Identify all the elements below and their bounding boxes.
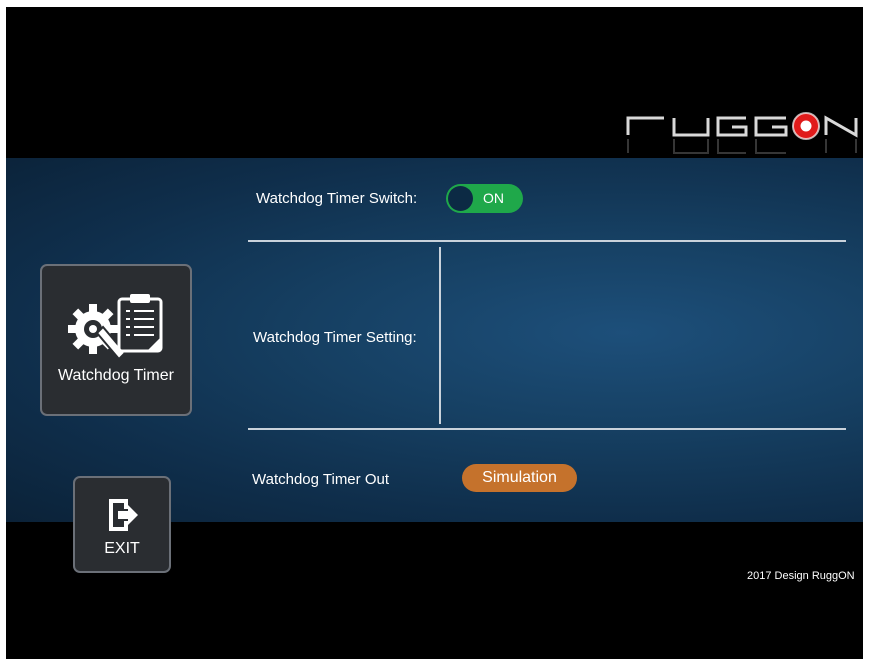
divider-bottom <box>248 428 846 430</box>
exit-label: EXIT <box>104 540 140 557</box>
toggle-knob <box>448 186 473 211</box>
watchdog-timer-button[interactable]: Watchdog Timer <box>40 264 192 416</box>
footer-credit: 2017 Design RuggON <box>747 570 855 582</box>
watchdog-setting-label: Watchdog Timer Setting: <box>253 329 417 346</box>
exit-button[interactable]: EXIT <box>73 476 171 573</box>
simulation-button[interactable]: Simulation <box>462 464 577 492</box>
gear-clipboard-icon <box>68 294 163 361</box>
app-window: Watchdog Timer EXIT Watchdog Timer Switc… <box>6 7 863 659</box>
divider-top <box>248 240 846 242</box>
watchdog-switch-label: Watchdog Timer Switch: <box>256 190 418 207</box>
watchdog-timer-out-label: Watchdog Timer Out <box>252 471 389 488</box>
toggle-state-text: ON <box>483 190 504 206</box>
watchdog-switch-toggle[interactable]: ON <box>446 184 523 213</box>
divider-vertical <box>439 247 441 424</box>
watchdog-timer-label: Watchdog Timer <box>58 367 174 384</box>
ruggon-logo <box>626 112 858 154</box>
exit-door-icon <box>109 499 138 531</box>
